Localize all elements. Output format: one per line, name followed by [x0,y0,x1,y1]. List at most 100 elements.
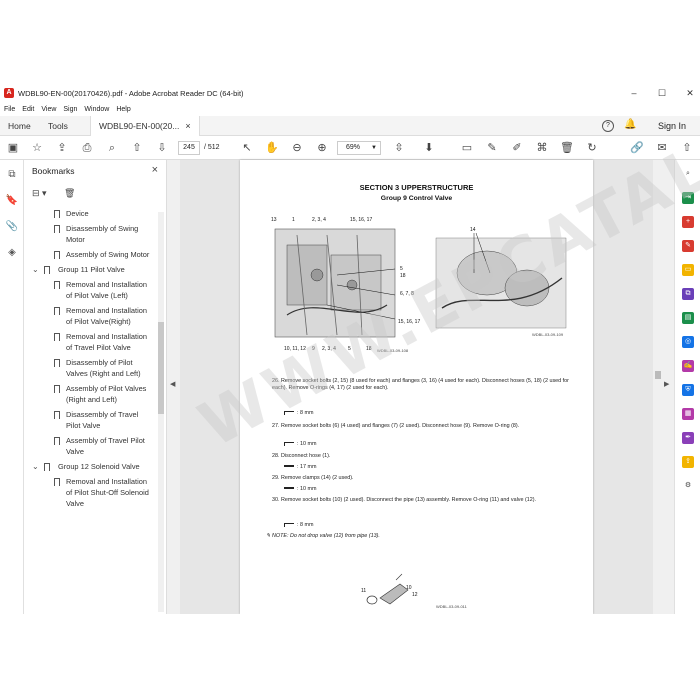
bookmark-item[interactable]: Disassembly of Swing Motor [24,223,158,245]
menu-view[interactable]: View [41,106,56,113]
bookmark-item[interactable]: Disassembly of Pilot Valves (Right and L… [24,357,158,379]
layers-icon[interactable]: ◈ [5,246,19,260]
more-tools-icon[interactable]: ⚙ [682,480,694,492]
minimize-button[interactable]: – [620,84,648,102]
hex-wrench-icon [284,522,294,527]
menu-sign[interactable]: Sign [63,106,77,113]
link-icon[interactable]: 🔗 [630,141,644,155]
bookmark-item[interactable]: ⌄ Group 11 Pilot Valve [24,264,158,275]
bookmark-icon [54,251,60,259]
bookmark-item[interactable]: Removal and Installation of Pilot Shut-O… [24,476,158,509]
search-icon[interactable]: ⌕ [105,141,119,155]
bookmark-label: Disassembly of Travel Pilot Valve [66,410,139,430]
bookmark-label: Group 12 Solenoid Valve [58,462,140,471]
zoom-out-icon[interactable]: ⊖ [290,141,304,155]
bookmark-item[interactable]: Assembly of Swing Motor [24,249,158,260]
combine-files-icon[interactable]: ⧉ [682,288,694,300]
zoom-in-icon[interactable]: ⊕ [315,141,329,155]
bookmark-item[interactable]: Removal and Installation of Pilot Valve(… [24,305,158,327]
stamp-icon[interactable]: ⌘ [535,141,549,155]
create-pdf-tool-icon[interactable]: + [682,216,694,228]
expand-right-arrow-icon[interactable]: ▶ [664,380,669,388]
bookmarks-icon[interactable]: 🔖 [5,194,19,208]
create-pdf-icon[interactable]: ▣ [6,141,20,155]
bookmark-item[interactable]: Assembly of Travel Pilot Valve [24,435,158,457]
help-icon[interactable]: ? [602,120,614,132]
chevron-down-icon[interactable]: ⌄ [32,264,39,275]
collapse-left-arrow-icon[interactable]: ◀ [170,380,175,388]
highlight-icon[interactable]: ✎ [485,141,499,155]
bookmark-icon [54,437,60,445]
bookmark-item[interactable]: Removal and Installation of Pilot Valve … [24,279,158,301]
upload-cloud-icon[interactable]: ⇪ [55,141,69,155]
menu-edit[interactable]: Edit [22,106,34,113]
page-up-icon[interactable]: ⇧ [130,141,144,155]
zoom-select[interactable]: 69% ▼ [337,141,381,155]
request-signature-icon[interactable]: ✒ [682,432,694,444]
step-29: 29. Remove clamps (14) (2 used). [272,475,354,481]
page-down-icon[interactable]: ⇩ [155,141,169,155]
scan-ocr-icon[interactable]: ◎ [682,336,694,348]
protect-icon[interactable]: ⛨ [682,384,694,396]
send-comments-icon[interactable]: ⇪ [682,456,694,468]
bookmark-icon [54,281,60,289]
fit-page-icon[interactable]: ⇳ [392,141,406,155]
bookmark-label: Removal and Installation of Pilot Valve(… [66,306,147,326]
page-thumbnails-icon[interactable]: ⧉ [5,168,19,182]
select-arrow-icon[interactable]: ↖ [240,141,254,155]
bookmark-delete-icon[interactable]: 🗑 [64,188,75,199]
prepare-form-icon[interactable]: ▦ [682,408,694,420]
figure-code: WDBL-03-09-011 [436,604,467,609]
bookmark-label: Device [66,210,89,218]
bookmark-options-button[interactable]: ⊟ ▾ [32,188,47,199]
delete-icon[interactable]: 🗑 [560,141,574,155]
step-28: 28. Disconnect hose (1). [272,453,331,459]
fig1-label: 5 [400,266,403,272]
bookmark-icon [54,478,60,486]
bookmark-item[interactable]: Device [24,210,158,219]
bookmark-icon [54,210,60,218]
bookmarks-scroll-thumb[interactable] [158,322,164,414]
tab-close-button[interactable]: × [185,121,190,131]
comment-icon[interactable]: ▭ [460,141,474,155]
fig1-label: 13 [271,217,277,223]
attachments-icon[interactable]: 📎 [5,220,19,234]
fig2-label: 14 [470,227,476,233]
scroll-mode-icon[interactable]: ⬇ [422,141,436,155]
comment-tool-icon[interactable]: ▭ [682,264,694,276]
fill-sign-icon[interactable]: ✍ [682,360,694,372]
close-panel-button[interactable]: × [152,164,158,176]
bookmarks-scrollbar[interactable] [158,212,164,612]
menu-help[interactable]: Help [116,106,130,113]
tab-home[interactable]: Home [8,116,31,136]
fig3-label: 11 [361,588,367,594]
tab-document[interactable]: WDBL90-EN-00(20... × [90,116,200,136]
hand-icon[interactable]: ✋ [265,141,279,155]
bookmark-icon [54,333,60,341]
document-scroll-thumb[interactable] [655,371,661,379]
zoom-value: 69% [346,144,361,151]
organize-pages-icon[interactable]: ▤ [682,312,694,324]
bookmark-item[interactable]: Disassembly of Travel Pilot Valve [24,409,158,431]
rotate-icon[interactable]: ↻ [585,141,599,155]
acrobat-logo-icon: A [4,88,14,98]
bookmark-label: Removal and Installation of Pilot Valve … [66,280,147,300]
menu-bar: File Edit View Sign Window Help [0,102,700,116]
menu-file[interactable]: File [4,106,15,113]
menu-window[interactable]: Window [84,106,109,113]
bookmark-item[interactable]: Assembly of Pilot Valves (Right and Left… [24,383,158,405]
close-window-button[interactable]: ✕ [676,84,700,102]
edit-pdf-icon[interactable]: ✎ [682,240,694,252]
maximize-button[interactable]: ☐ [648,84,676,102]
draw-icon[interactable]: ✐ [510,141,524,155]
tab-tools[interactable]: Tools [48,116,68,136]
bookmark-star-icon[interactable]: ☆ [30,141,44,155]
right-tools-strip: ⌕ ⇥ + ✎ ▭ ⧉ ▤ ◎ ✍ ⛨ ▦ ✒ ⇪ ⚙ [674,160,700,614]
bell-icon[interactable]: 🔔 [624,120,636,132]
bookmarks-panel: Bookmarks × ⊟ ▾ 🗑 Device Disassembly of S… [24,160,167,614]
print-icon[interactable]: ⎙ [80,141,94,155]
chevron-down-icon[interactable]: ⌄ [32,461,39,472]
page-number-input[interactable]: 245 [178,141,200,155]
bookmark-item[interactable]: Removal and Installation of Travel Pilot… [24,331,158,353]
bookmark-item[interactable]: ⌄ Group 12 Solenoid Valve [24,461,158,472]
